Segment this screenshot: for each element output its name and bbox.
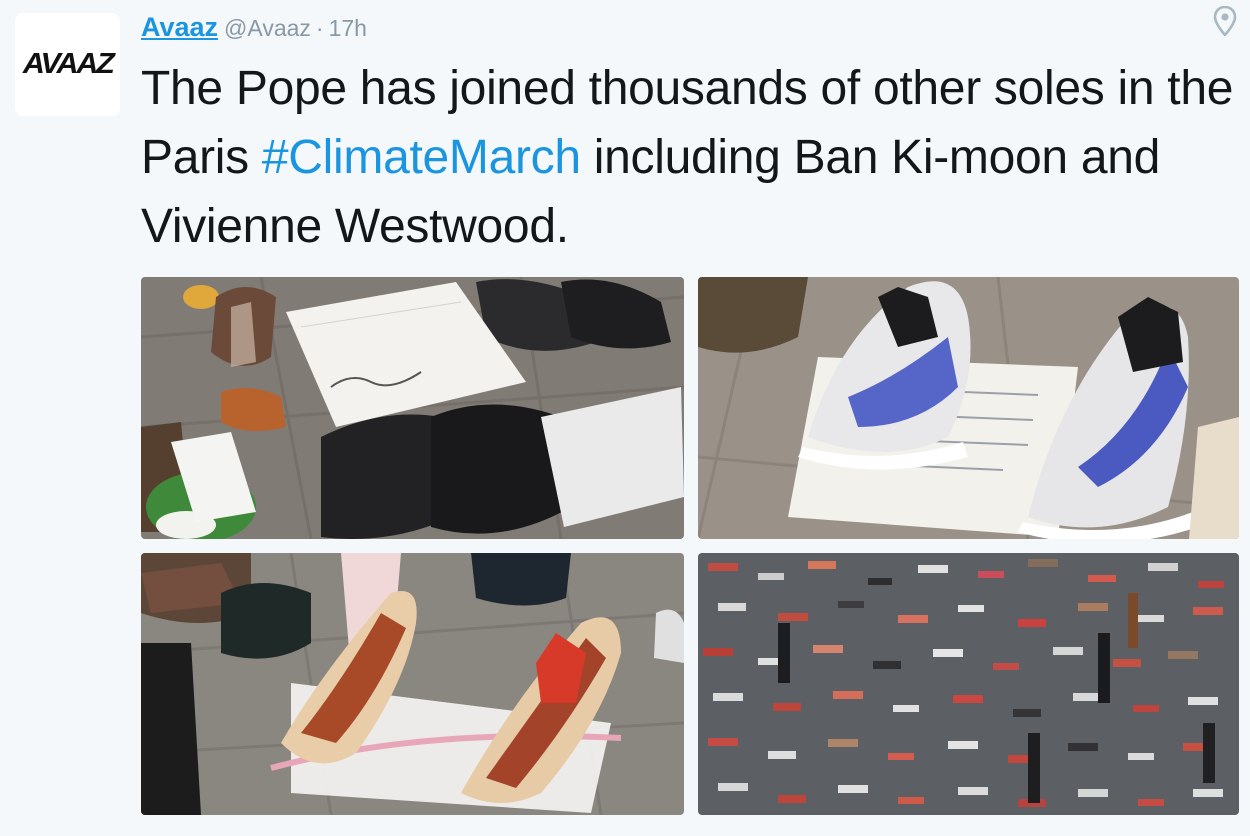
map-pin-icon[interactable]	[1213, 6, 1237, 36]
avatar-logo-text: AVAAZ	[22, 48, 115, 80]
photo-thousands-of-shoes[interactable]	[698, 553, 1239, 815]
timestamp-link[interactable]: 17h	[329, 15, 367, 42]
user-handle: @Avaaz	[224, 15, 311, 41]
photo-dress-shoes-note[interactable]	[141, 277, 684, 539]
photo-running-shoes-letter[interactable]	[698, 277, 1239, 539]
tweet-header: Avaaz @Avaaz · 17h	[141, 12, 367, 46]
avatar[interactable]: AVAAZ	[15, 13, 120, 116]
photo-heeled-shoes-ribbon[interactable]	[141, 553, 684, 815]
tweet: AVAAZ Avaaz @Avaaz · 17h The Pope has jo…	[0, 0, 1250, 836]
tweet-text: The Pope has joined thousands of other s…	[141, 54, 1236, 261]
display-name-link[interactable]: Avaaz	[141, 12, 218, 43]
header-separator: ·	[315, 15, 324, 41]
hashtag-link[interactable]: #ClimateMarch	[262, 131, 581, 184]
